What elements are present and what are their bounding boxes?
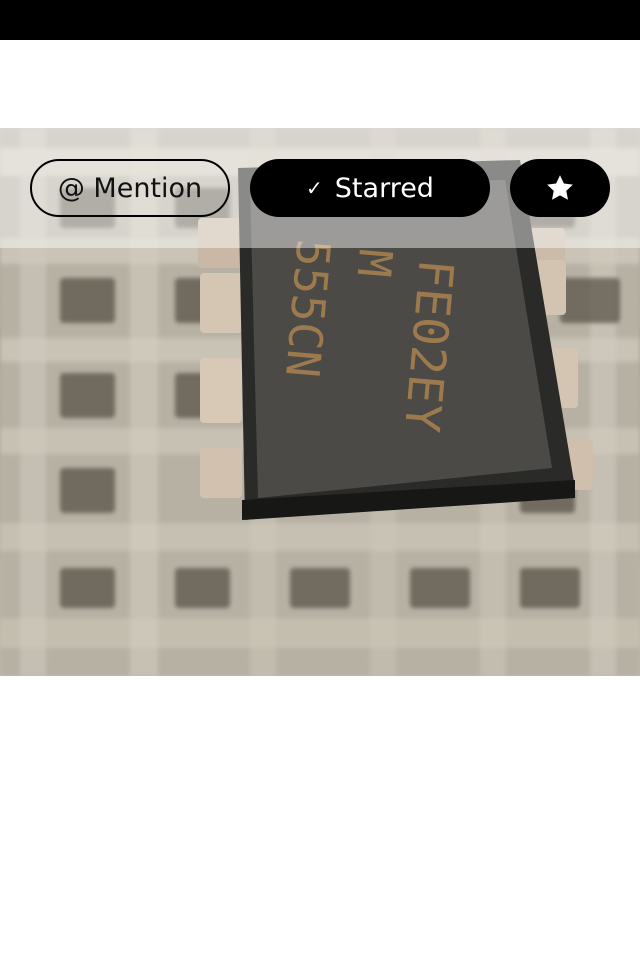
- filter-toolbar: @ Mention ✓ Starred: [0, 128, 640, 248]
- status-bar: [0, 0, 640, 40]
- chip-pins-left: [198, 218, 242, 498]
- starred-label: Starred: [334, 172, 434, 204]
- star-button[interactable]: [510, 159, 610, 217]
- mention-label: @ Mention: [57, 172, 203, 204]
- chip-marking-line-2: M: [347, 247, 403, 279]
- empty-area: [0, 676, 640, 960]
- starred-button[interactable]: ✓ Starred: [250, 159, 490, 217]
- star-icon: [547, 175, 573, 200]
- mention-button[interactable]: @ Mention: [30, 159, 230, 217]
- checkmark-icon: ✓: [306, 176, 323, 200]
